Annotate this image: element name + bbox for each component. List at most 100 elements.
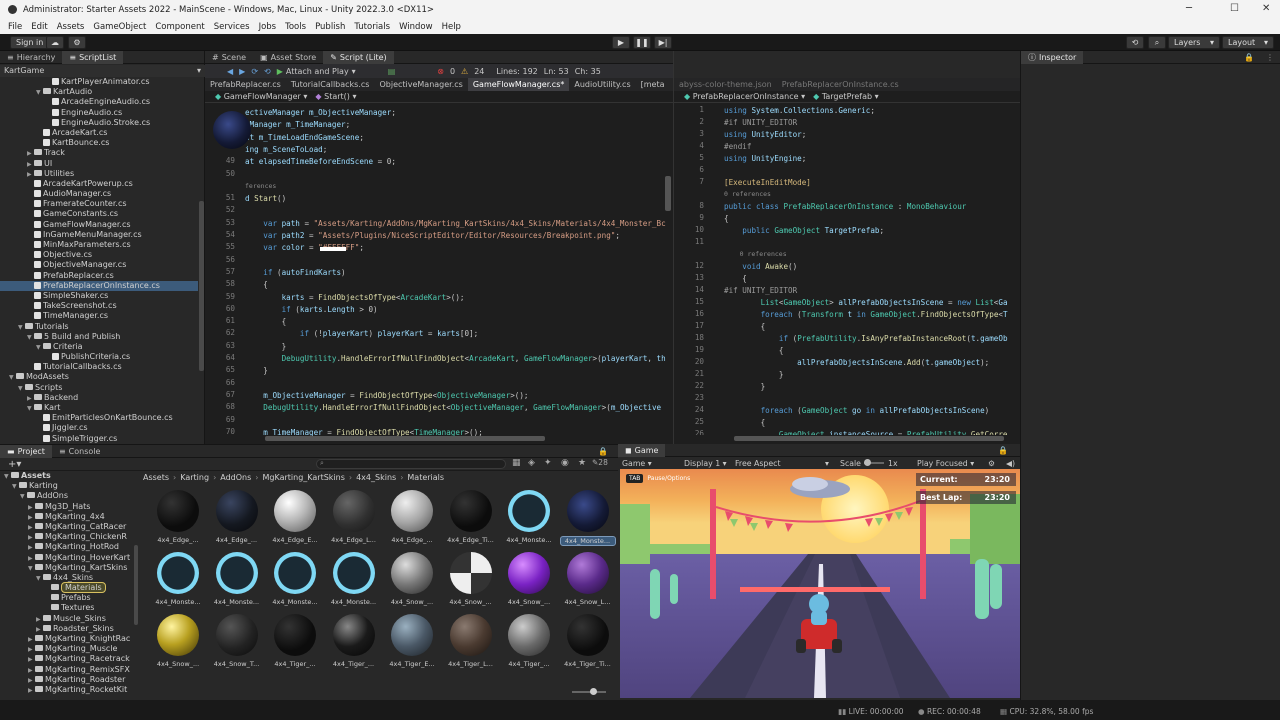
breadcrumb-kartskins[interactable]: MgKarting_KartSkins (263, 473, 345, 482)
code-area-left[interactable]: ectiveManager m_ObjectiveManager; eManage… (211, 107, 666, 437)
project-folder-item[interactable]: ▶ Mg3D_Hats (0, 502, 138, 512)
display-dropdown[interactable]: Display 1 ▾ (684, 459, 727, 468)
script-list-item[interactable]: ArcadeEngineAudio.cs (0, 97, 198, 107)
play-icon[interactable]: ▶ (612, 36, 630, 49)
material-asset[interactable]: 4x4_Monste... (326, 552, 382, 606)
script-list-item[interactable]: TimeManager.cs (0, 311, 198, 321)
code-line[interactable]: at elapsedTimeBeforeEndScene = 0; (245, 156, 396, 167)
script-list-item[interactable]: ObjectiveManager.cs (0, 260, 198, 270)
project-folder-item[interactable]: ▼ AddOns (0, 491, 138, 501)
code-line[interactable]: { (724, 213, 729, 224)
code-line[interactable]: List<GameObject> allPrefabObjectsInScene… (724, 297, 1008, 308)
script-list-item[interactable]: EmitParticlesOnKartBounce.cs (0, 413, 198, 423)
code-line[interactable]: d Start() (245, 193, 286, 204)
filter-label-icon[interactable]: ◈ (528, 458, 535, 468)
project-folder-item[interactable]: ▶ MgKarting_RocketKit (0, 685, 138, 695)
material-asset[interactable]: 4x4_Edge_... (384, 490, 440, 544)
tab-project[interactable]: ▬ Project (0, 444, 52, 458)
error-icon[interactable]: ⊗ (437, 67, 444, 76)
script-list-item[interactable]: ▼ 5 Build and Publish (0, 332, 198, 342)
project-search-input[interactable]: ⌕ (316, 459, 506, 469)
warning-icon[interactable]: ⚠ (461, 67, 468, 76)
project-folder-item[interactable]: ▶ MgKarting_HotRod (0, 542, 138, 552)
script-list-item[interactable]: ▶ Utilities (0, 169, 198, 179)
script-list-item[interactable]: TakeScreenshot.cs (0, 301, 198, 311)
script-list-item[interactable]: ▼ KartAudio (0, 87, 198, 97)
script-list-item[interactable]: ArcadeKartPowerup.cs (0, 179, 198, 189)
tab-scene[interactable]: # Scene (205, 51, 253, 64)
material-asset[interactable]: 4x4_Monste... (559, 490, 616, 546)
script-list-item[interactable]: TutorialCallbacks.cs (0, 362, 198, 372)
editor-scrollbar-horizontal[interactable] (734, 436, 1004, 441)
script-list-item[interactable]: Objective.cs (0, 250, 198, 260)
tab-inspector[interactable]: ⓘ Inspector (1021, 50, 1084, 64)
project-folder-item[interactable]: ▼ Karting (0, 481, 138, 491)
code-line[interactable]: allPrefabObjectsInScene.Add(t.gameObject… (724, 357, 989, 368)
project-folder-item[interactable]: ▶ MgKarting_Muscle (0, 644, 138, 654)
script-list-item[interactable]: SimpleShaker.cs (0, 291, 198, 301)
lock-icon[interactable]: 🔒 (1244, 53, 1254, 62)
doc-tab-prefabreplacer[interactable]: PrefabReplacer.cs (205, 78, 286, 91)
visibility-icon[interactable]: ◉ (561, 458, 569, 468)
project-folder-item[interactable]: ▶ Roadster_Skins (0, 624, 138, 634)
script-list-item[interactable]: ▶ Backend (0, 393, 198, 403)
folder-tree-scrollbar[interactable] (134, 545, 138, 625)
code-line[interactable]: } (245, 365, 268, 376)
lock-icon[interactable]: 🔒 (998, 446, 1008, 455)
code-line[interactable]: ing m_SceneToLoad; (245, 144, 327, 155)
add-icon[interactable]: +▾ (8, 459, 21, 470)
material-asset[interactable]: 4x4_Edge_E... (267, 490, 323, 544)
project-folder-item[interactable]: Materials (0, 582, 138, 594)
code-line[interactable]: #if UNITY_EDITOR (724, 285, 797, 296)
forward-icon[interactable]: ▶ (239, 67, 245, 76)
doc-tab-meta[interactable]: [meta (636, 78, 670, 91)
script-list-item[interactable]: PrefabReplacerOnInstance.cs (0, 280, 198, 291)
editor-scrollbar-vertical[interactable] (665, 176, 671, 211)
code-line[interactable]: { (724, 321, 766, 332)
tab-asset-store[interactable]: ▣ Asset Store (253, 51, 323, 64)
project-folder-item[interactable]: ▶ MgKarting_RemixSFX (0, 665, 138, 675)
material-asset[interactable]: 4x4_Edge_... (209, 490, 265, 544)
script-list-item[interactable]: ▼ Kart (0, 403, 198, 413)
project-folder-item[interactable]: ▶ Muscle_Skins (0, 614, 138, 624)
code-line[interactable]: { (724, 345, 784, 356)
code-line[interactable]: DebugUtility.HandleErrorIfNullFindObject… (245, 353, 666, 364)
game-viewport[interactable]: TAB Pause/Options Current: 23:20 Best Lap… (620, 469, 1020, 698)
script-list-item[interactable]: ▼ Tutorials (0, 322, 198, 332)
lock-icon[interactable]: 🔒 (598, 447, 608, 456)
menu-component[interactable]: Component (155, 22, 204, 32)
doc-tab-tutorialcallbacks[interactable]: TutorialCallbacks.cs (286, 78, 375, 91)
code-line[interactable]: [ExecuteInEditMode] (724, 177, 811, 188)
material-asset[interactable]: 4x4_Edge_... (150, 490, 206, 544)
material-asset[interactable]: 4x4_Snow_T... (209, 614, 265, 668)
doc-tab-prefabreplaceroninstance[interactable]: PrefabReplacerOnInstance.cs (777, 78, 904, 91)
script-list-item[interactable]: MinMaxParameters.cs (0, 240, 198, 250)
material-asset[interactable]: 4x4_Monste... (150, 552, 206, 606)
pause-icon[interactable]: ❚❚ (633, 36, 651, 49)
code-line[interactable]: foreach (GameObject go in allPrefabObjec… (724, 405, 990, 416)
project-folder-item[interactable]: ▼ Assets (0, 471, 138, 481)
code-line[interactable]: #if UNITY_EDITOR (724, 117, 797, 128)
attach-and-play-button[interactable]: ▶ Attach and Play ▾ (277, 67, 356, 76)
material-asset[interactable]: 4x4_Tiger_E... (384, 614, 440, 668)
project-folder-item[interactable]: ▼ MgKarting_KartSkins (0, 563, 138, 573)
tab-console[interactable]: ≡ Console (52, 445, 107, 458)
breadcrumb-materials[interactable]: Materials (407, 473, 444, 482)
script-list-item[interactable]: ▼ ModAssets (0, 372, 198, 382)
material-asset[interactable]: 4x4_Monste... (267, 552, 323, 606)
editor-scrollbar-horizontal[interactable] (265, 436, 545, 441)
minimize-icon[interactable]: ─ (1186, 3, 1192, 14)
code-line[interactable]: { (724, 273, 747, 284)
code-lens-references[interactable]: 0 references (724, 249, 787, 260)
more-icon[interactable]: ⋮ (1266, 53, 1274, 62)
code-line[interactable]: } (724, 381, 766, 392)
code-line[interactable]: { (724, 417, 766, 428)
code-line[interactable]: eManager m_TimeManager; (245, 119, 350, 130)
menu-file[interactable]: File (8, 22, 22, 32)
material-asset[interactable]: 4x4_Edge_L... (326, 490, 382, 544)
code-line[interactable]: m_ObjectiveManager = FindObjectOfType<Ob… (245, 390, 528, 401)
code-line[interactable]: } (724, 369, 784, 380)
material-asset[interactable]: 4x4_Snow_... (501, 552, 557, 606)
breadcrumb-karting[interactable]: Karting (180, 473, 209, 482)
material-asset[interactable]: 4x4_Tiger_Ti... (560, 614, 616, 668)
